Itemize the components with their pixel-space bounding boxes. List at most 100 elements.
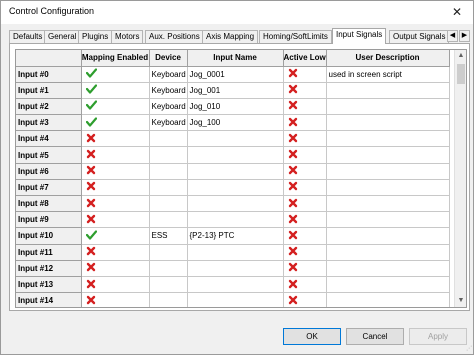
tab-scroll-left-icon[interactable]: ◀: [447, 30, 458, 42]
mapping-enabled-cell[interactable]: [81, 292, 150, 307]
user-description-cell[interactable]: [326, 163, 450, 180]
table-row[interactable]: Input #1 Keyboard Jog_001: [16, 82, 450, 99]
scroll-down-icon[interactable]: ▼: [455, 295, 466, 307]
input-name-cell[interactable]: Jog_001: [187, 82, 284, 99]
tab-output-signals[interactable]: Output Signals: [389, 30, 450, 43]
mapping-enabled-cell[interactable]: [81, 227, 150, 245]
active-low-cell[interactable]: [283, 292, 327, 307]
user-description-cell[interactable]: used in screen script: [326, 66, 450, 83]
device-cell[interactable]: [149, 163, 188, 180]
table-row[interactable]: Input #5: [16, 146, 450, 164]
size-grip-icon[interactable]: ⋰: [466, 345, 472, 352]
header-active-low[interactable]: Active Low: [283, 50, 327, 67]
device-cell[interactable]: [149, 130, 188, 148]
table-row[interactable]: Input #11: [16, 244, 450, 261]
active-low-cell[interactable]: [283, 244, 327, 261]
input-name-cell[interactable]: [187, 195, 284, 213]
input-name-cell[interactable]: [187, 292, 284, 307]
close-icon[interactable]: ✕: [445, 3, 469, 21]
table-row[interactable]: Input #0 Keyboard Jog_0001 used in screen s…: [16, 66, 450, 83]
user-description-cell[interactable]: [326, 260, 450, 277]
tab-scroll-right-icon[interactable]: ▶: [459, 30, 470, 42]
header-user-description[interactable]: User Description: [326, 50, 450, 67]
tab-motors[interactable]: Motors: [111, 30, 144, 43]
mapping-enabled-cell[interactable]: [81, 82, 150, 99]
apply-button[interactable]: Apply: [409, 328, 467, 345]
device-cell[interactable]: [149, 276, 188, 294]
input-name-cell[interactable]: [187, 179, 284, 197]
table-row[interactable]: Input #6: [16, 163, 450, 180]
input-name-cell[interactable]: [187, 163, 284, 180]
mapping-enabled-cell[interactable]: [81, 195, 150, 213]
table-row[interactable]: Input #2 Keyboard Jog_010: [16, 98, 450, 116]
input-name-cell[interactable]: [187, 146, 284, 164]
input-name-cell[interactable]: [187, 260, 284, 277]
tab-aux-positions[interactable]: Aux. Positions: [145, 30, 204, 43]
active-low-cell[interactable]: [283, 260, 327, 277]
tab-general[interactable]: General: [44, 30, 81, 43]
device-cell[interactable]: [149, 195, 188, 213]
table-row[interactable]: Input #7: [16, 179, 450, 197]
table-row[interactable]: Input #13: [16, 276, 450, 294]
active-low-cell[interactable]: [283, 114, 327, 132]
header-device[interactable]: Device: [149, 50, 188, 67]
active-low-cell[interactable]: [283, 82, 327, 99]
user-description-cell[interactable]: [326, 146, 450, 164]
active-low-cell[interactable]: [283, 227, 327, 245]
active-low-cell[interactable]: [283, 163, 327, 180]
input-name-cell[interactable]: [187, 130, 284, 148]
table-row[interactable]: Input #12: [16, 260, 450, 277]
mapping-enabled-cell[interactable]: [81, 163, 150, 180]
user-description-cell[interactable]: [326, 114, 450, 132]
active-low-cell[interactable]: [283, 130, 327, 148]
user-description-cell[interactable]: [326, 195, 450, 213]
user-description-cell[interactable]: [326, 130, 450, 148]
user-description-cell[interactable]: [326, 82, 450, 99]
device-cell[interactable]: ESS: [149, 227, 188, 245]
active-low-cell[interactable]: [283, 146, 327, 164]
vertical-scrollbar[interactable]: ▲ ▼: [454, 50, 466, 307]
user-description-cell[interactable]: [326, 244, 450, 261]
scroll-up-icon[interactable]: ▲: [455, 50, 466, 62]
tab-plugins[interactable]: Plugins: [78, 30, 113, 43]
tab-defaults[interactable]: Defaults: [9, 30, 47, 43]
tab-homing-softlimits[interactable]: Homing/SoftLimits: [259, 30, 332, 43]
mapping-enabled-cell[interactable]: [81, 276, 150, 294]
input-name-cell[interactable]: [187, 211, 284, 229]
device-cell[interactable]: Keyboard: [149, 114, 188, 132]
user-description-cell[interactable]: [326, 98, 450, 116]
device-cell[interactable]: Keyboard: [149, 82, 188, 99]
active-low-cell[interactable]: [283, 98, 327, 116]
mapping-enabled-cell[interactable]: [81, 130, 150, 148]
mapping-enabled-cell[interactable]: [81, 66, 150, 83]
mapping-enabled-cell[interactable]: [81, 260, 150, 277]
active-low-cell[interactable]: [283, 195, 327, 213]
device-cell[interactable]: Keyboard: [149, 98, 188, 116]
table-row[interactable]: Input #3 Keyboard Jog_100: [16, 114, 450, 132]
user-description-cell[interactable]: [326, 292, 450, 307]
input-name-cell[interactable]: {P2-13} PTC: [187, 227, 284, 245]
cancel-button[interactable]: Cancel: [346, 328, 404, 345]
ok-button[interactable]: OK: [283, 328, 341, 345]
device-cell[interactable]: [149, 292, 188, 307]
device-cell[interactable]: Keyboard: [149, 66, 188, 83]
table-row[interactable]: Input #14: [16, 292, 450, 307]
input-name-cell[interactable]: Jog_010: [187, 98, 284, 116]
device-cell[interactable]: [149, 146, 188, 164]
table-row[interactable]: Input #4: [16, 130, 450, 148]
mapping-enabled-cell[interactable]: [81, 179, 150, 197]
mapping-enabled-cell[interactable]: [81, 211, 150, 229]
device-cell[interactable]: [149, 260, 188, 277]
tab-input-signals[interactable]: Input Signals: [332, 28, 387, 44]
device-cell[interactable]: [149, 179, 188, 197]
input-name-cell[interactable]: [187, 244, 284, 261]
mapping-enabled-cell[interactable]: [81, 114, 150, 132]
device-cell[interactable]: [149, 244, 188, 261]
input-name-cell[interactable]: [187, 276, 284, 294]
tab-axis-mapping[interactable]: Axis Mapping: [202, 30, 259, 43]
table-row[interactable]: Input #8: [16, 195, 450, 213]
table-row[interactable]: Input #10 ESS {P2-13} PTC: [16, 227, 450, 245]
user-description-cell[interactable]: [326, 211, 450, 229]
active-low-cell[interactable]: [283, 211, 327, 229]
mapping-enabled-cell[interactable]: [81, 146, 150, 164]
